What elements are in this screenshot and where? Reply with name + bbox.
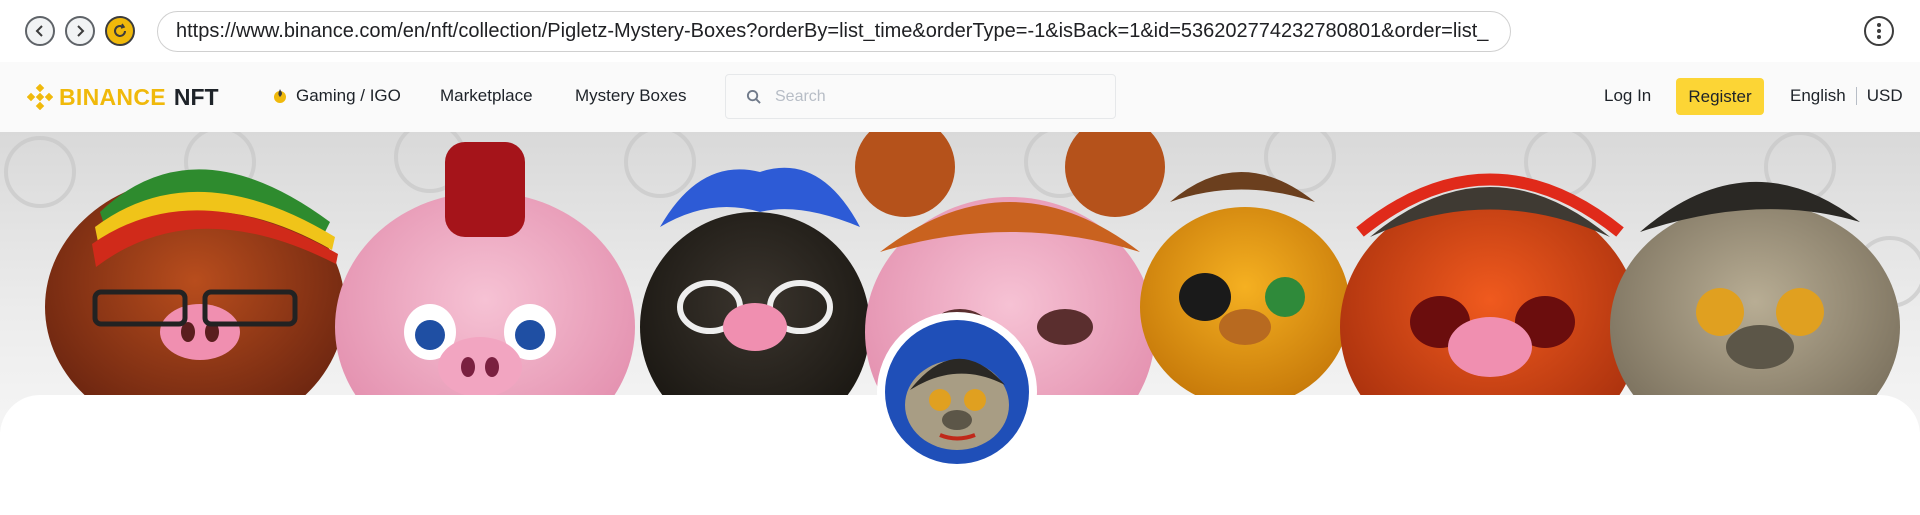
register-button[interactable]: Register	[1676, 78, 1764, 115]
language-label: English	[1790, 86, 1846, 105]
nav-gaming-label: Gaming / IGO	[296, 86, 401, 105]
logo-brand-text: BINANCE	[59, 83, 166, 110]
collection-avatar	[877, 312, 1037, 472]
nav-marketplace-label: Marketplace	[440, 86, 533, 105]
binance-nft-logo[interactable]: BINANCE NFT	[27, 82, 219, 112]
chevron-right-icon	[77, 25, 85, 37]
reload-button[interactable]	[105, 16, 135, 46]
browser-menu-button[interactable]	[1864, 16, 1894, 46]
nav-mystery-boxes[interactable]: Mystery Boxes	[575, 86, 686, 106]
nav-gaming-igo[interactable]: Gaming / IGO	[272, 86, 401, 106]
search-placeholder: Search	[775, 87, 826, 105]
currency-label: USD	[1866, 86, 1903, 105]
site-header: BINANCE NFT Gaming / IGO Marketplace Mys…	[0, 62, 1920, 132]
more-vertical-icon	[1877, 23, 1881, 39]
logo-product-text: NFT	[173, 83, 219, 110]
language-currency-selector[interactable]: English USD	[1790, 86, 1903, 106]
forward-button[interactable]	[65, 16, 95, 46]
search-icon	[746, 89, 761, 104]
binance-logo-icon	[27, 84, 53, 110]
reload-icon	[114, 23, 126, 37]
search-input[interactable]: Search	[725, 74, 1116, 119]
language-divider	[1855, 87, 1857, 105]
login-link[interactable]: Log In	[1604, 86, 1651, 106]
url-text: https://www.binance.com/en/nft/collectio…	[176, 20, 1489, 42]
back-button[interactable]	[25, 16, 55, 46]
address-bar[interactable]: https://www.binance.com/en/nft/collectio…	[157, 11, 1511, 52]
nav-mystery-boxes-label: Mystery Boxes	[575, 86, 687, 105]
avatar-image	[885, 320, 1029, 464]
fire-icon	[274, 89, 286, 103]
browser-toolbar: https://www.binance.com/en/nft/collectio…	[0, 0, 1920, 62]
nav-marketplace[interactable]: Marketplace	[440, 86, 533, 106]
chevron-left-icon	[35, 25, 43, 37]
